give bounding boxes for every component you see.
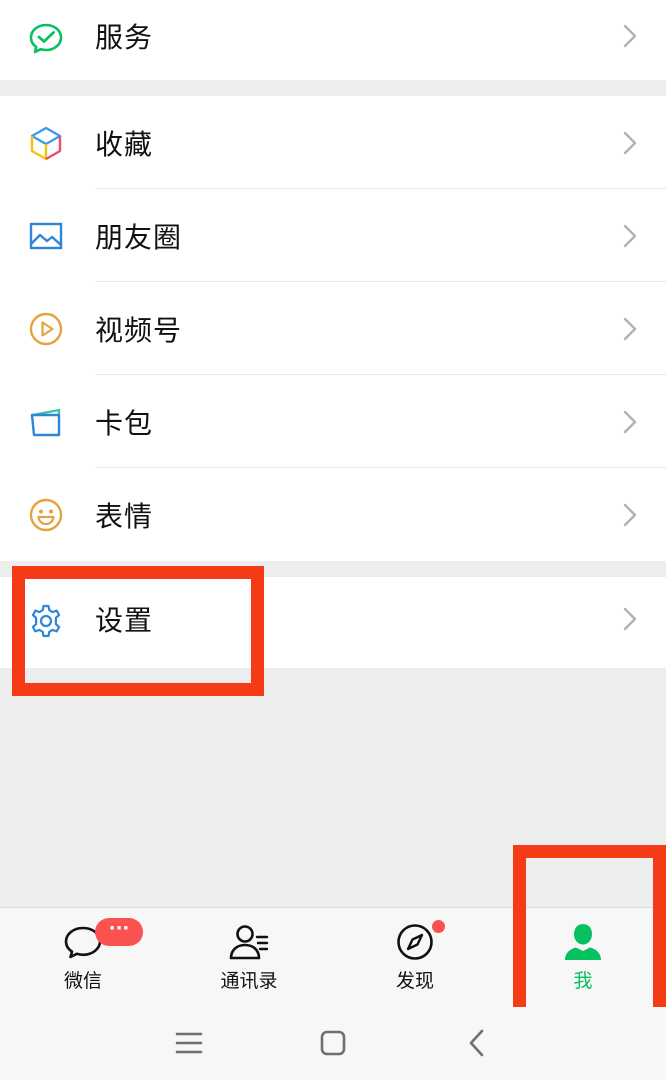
menu-item-channels[interactable]: 视频号: [0, 282, 666, 375]
menu-item-label: 视频号: [95, 313, 183, 347]
gear-icon: [28, 603, 64, 639]
chevron-right-icon: [622, 606, 638, 632]
main-group: 收藏 朋友圈 视频号 卡包 表情: [0, 96, 666, 561]
tab-label: 发现: [395, 970, 434, 992]
card-wallet-icon: [28, 404, 64, 440]
chevron-right-icon: [622, 130, 638, 156]
chevron-right-icon: [622, 316, 638, 342]
tab-label: 我: [573, 970, 593, 992]
compass-icon: [393, 920, 437, 964]
tab-bar: ··· 微信 通讯录 发现 我: [0, 907, 666, 1008]
menu-item-label: 表情: [95, 499, 154, 533]
chevron-right-icon: [622, 502, 638, 528]
wechat-pay-check-icon: [28, 20, 64, 56]
settings-group: 设置: [0, 577, 666, 668]
tab-discover[interactable]: 发现: [332, 908, 498, 1008]
menu-item-stickers[interactable]: 表情: [0, 468, 666, 561]
system-nav-bar: [0, 1007, 666, 1080]
menu-item-favorites[interactable]: 收藏: [0, 96, 666, 189]
discover-dot-badge: [432, 920, 445, 933]
chevron-right-icon: [622, 23, 638, 49]
menu-lines-icon[interactable]: [169, 1023, 209, 1063]
menu-item-label: 服务: [95, 21, 154, 54]
menu-item-label: 朋友圈: [95, 220, 183, 254]
unread-badge: ···: [95, 918, 143, 946]
tab-me[interactable]: 我: [500, 908, 666, 1008]
chevron-right-icon: [622, 409, 638, 435]
services-group: 服务: [0, 0, 666, 80]
smile-icon: [28, 497, 64, 533]
picture-icon: [28, 218, 64, 254]
menu-item-label: 设置: [95, 603, 154, 637]
tab-label: 通讯录: [220, 970, 278, 992]
play-circle-icon: [28, 311, 64, 347]
tab-label: 微信: [63, 970, 102, 992]
menu-item-card-wallet[interactable]: 卡包: [0, 375, 666, 468]
contacts-icon: [227, 920, 271, 964]
cube-icon: [28, 125, 64, 161]
menu-item-settings[interactable]: 设置: [0, 577, 666, 668]
menu-item-label: 收藏: [95, 127, 154, 161]
chevron-right-icon: [622, 223, 638, 249]
tab-chats[interactable]: ··· 微信: [0, 908, 166, 1008]
menu-item-services[interactable]: 服务: [0, 0, 666, 80]
me-page: 服务 收藏 朋友圈 视频号 卡包 表情 设置 ··· 微信 通讯录 发现 我: [0, 0, 666, 1080]
back-arrow-icon[interactable]: [457, 1023, 497, 1063]
home-square-icon[interactable]: [313, 1023, 353, 1063]
menu-item-label: 卡包: [95, 406, 154, 440]
tab-contacts[interactable]: 通讯录: [166, 908, 332, 1008]
menu-item-moments[interactable]: 朋友圈: [0, 189, 666, 282]
person-icon: [561, 920, 605, 964]
